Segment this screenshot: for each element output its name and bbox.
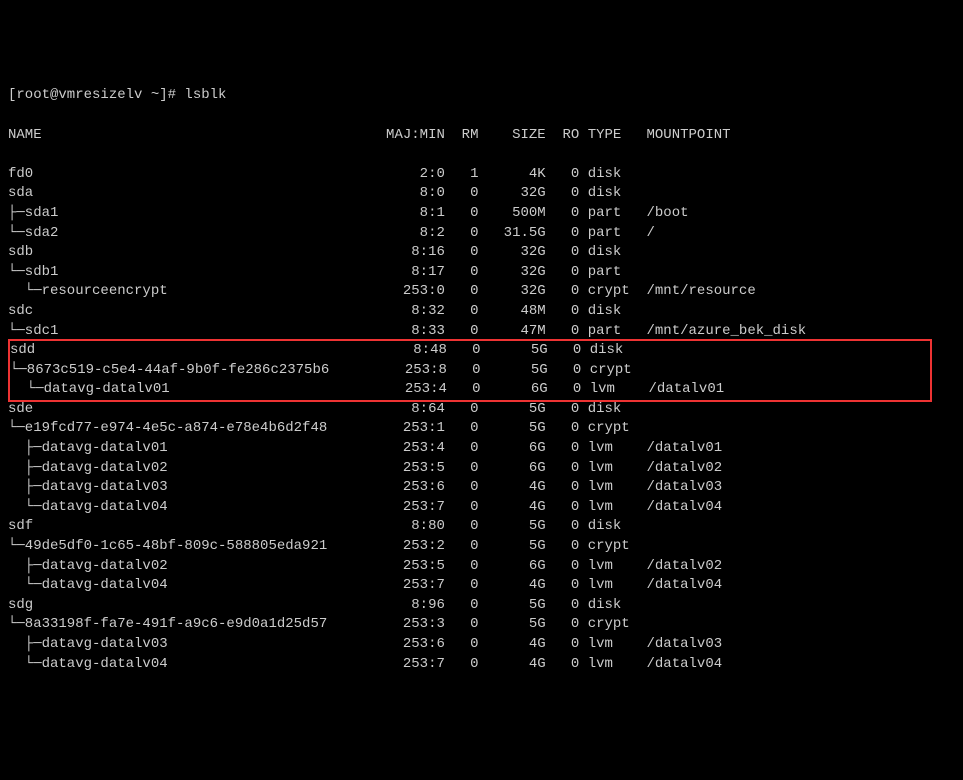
lsblk-rows: fd0 2:0 1 4K 0 disk sda 8:0 0 32G 0 disk… [8, 165, 955, 674]
lsblk-row: ├─datavg-datalv03 253:6 0 4G 0 lvm /data… [8, 478, 955, 498]
lsblk-row: sde 8:64 0 5G 0 disk [8, 400, 955, 420]
prompt-line: [root@vmresizelv ~]# lsblk [8, 86, 955, 106]
lsblk-row: sdf 8:80 0 5G 0 disk [8, 517, 955, 537]
lsblk-row: └─8a33198f-fa7e-491f-a9c6-e9d0a1d25d57 2… [8, 615, 955, 635]
lsblk-row: fd0 2:0 1 4K 0 disk [8, 165, 955, 185]
lsblk-row: sdb 8:16 0 32G 0 disk [8, 243, 955, 263]
lsblk-row: └─sdb1 8:17 0 32G 0 part [8, 263, 955, 283]
lsblk-row: └─49de5df0-1c65-48bf-809c-588805eda921 2… [8, 537, 955, 557]
lsblk-row: └─datavg-datalv04 253:7 0 4G 0 lvm /data… [8, 576, 955, 596]
lsblk-row: sdg 8:96 0 5G 0 disk [8, 596, 955, 616]
lsblk-row: sda 8:0 0 32G 0 disk [8, 184, 955, 204]
terminal-output: [root@vmresizelv ~]# lsblk NAME MAJ:MIN … [8, 67, 955, 694]
lsblk-row: ├─sda1 8:1 0 500M 0 part /boot [8, 204, 955, 224]
lsblk-row: └─sda2 8:2 0 31.5G 0 part / [8, 224, 955, 244]
lsblk-row: ├─datavg-datalv01 253:4 0 6G 0 lvm /data… [8, 439, 955, 459]
lsblk-row: └─datavg-datalv04 253:7 0 4G 0 lvm /data… [8, 498, 955, 518]
lsblk-row: └─resourceencrypt 253:0 0 32G 0 crypt /m… [8, 282, 955, 302]
lsblk-row: ├─datavg-datalv02 253:5 0 6G 0 lvm /data… [8, 459, 955, 479]
highlighted-rows: sdd 8:48 0 5G 0 disk └─8673c519-c5e4-44a… [8, 339, 932, 402]
lsblk-row: ├─datavg-datalv02 253:5 0 6G 0 lvm /data… [8, 557, 955, 577]
lsblk-row: └─e19fcd77-e974-4e5c-a874-e78e4b6d2f48 2… [8, 419, 955, 439]
lsblk-row: sdc 8:32 0 48M 0 disk [8, 302, 955, 322]
lsblk-row: └─datavg-datalv04 253:7 0 4G 0 lvm /data… [8, 655, 955, 675]
header-row: NAME MAJ:MIN RM SIZE RO TYPE MOUNTPOINT [8, 126, 955, 146]
lsblk-row: ├─datavg-datalv03 253:6 0 4G 0 lvm /data… [8, 635, 955, 655]
